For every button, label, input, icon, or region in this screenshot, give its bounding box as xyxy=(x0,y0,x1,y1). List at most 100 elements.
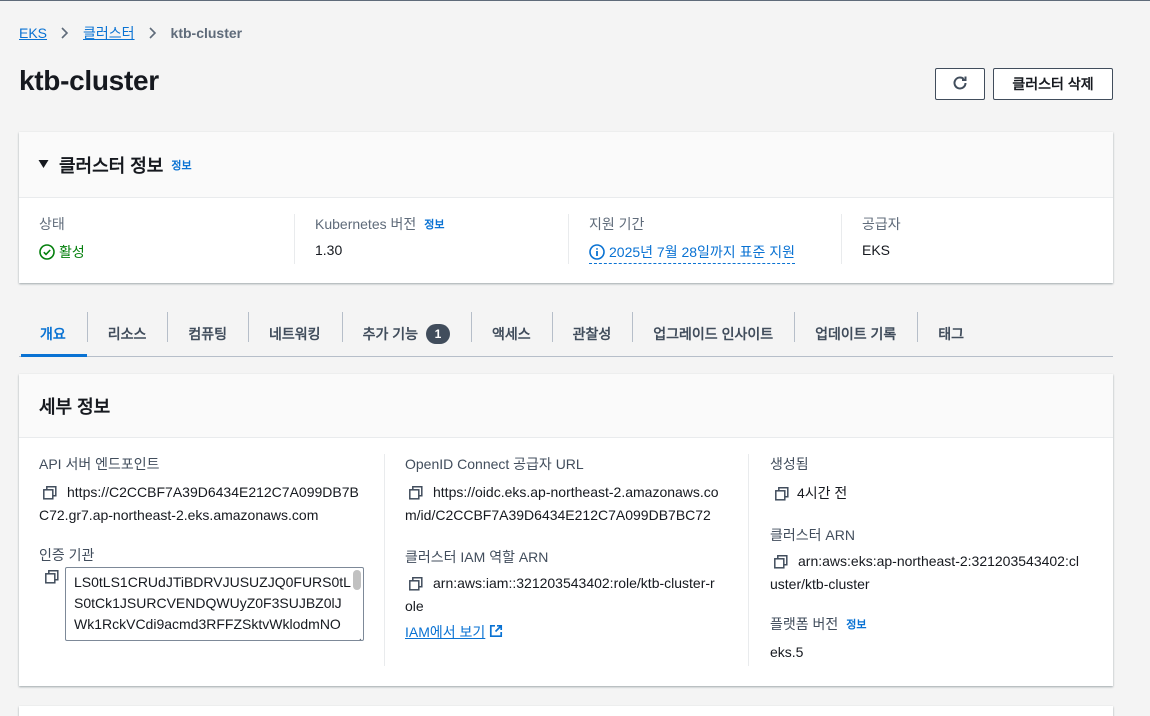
api-endpoint-label: API 서버 엔드포인트 xyxy=(39,456,160,472)
copy-icon[interactable] xyxy=(45,567,65,589)
tab-label: 네트워킹 xyxy=(269,326,321,342)
provider-column: 공급자 EKS xyxy=(841,214,1113,264)
copy-icon[interactable] xyxy=(43,482,63,505)
details-title: 세부 정보 xyxy=(39,396,111,417)
tab-add-ons[interactable]: 추가 기능 1 xyxy=(341,312,471,356)
provider-value: EKS xyxy=(862,242,891,258)
cluster-tabs: 개요 리소스 컴퓨팅 네트워킹 추가 기능 1 액세스 관찰성 업그레이드 인사이… xyxy=(19,312,1113,357)
support-period-link[interactable]: 2025년 7월 28일까지 표준 지원 xyxy=(589,242,795,264)
created-value: 4시간 전 xyxy=(770,483,1093,506)
tab-label: 액세스 xyxy=(492,326,531,342)
tab-networking[interactable]: 네트워킹 xyxy=(248,312,342,356)
refresh-icon xyxy=(951,74,969,95)
refresh-button[interactable] xyxy=(935,68,985,100)
tab-compute[interactable]: 컴퓨팅 xyxy=(167,312,248,356)
info-circle-icon xyxy=(589,244,605,260)
cert-line-3: Wk1RckVCdi9acmd3RFFZSktvWklodmNO xyxy=(74,616,341,632)
cert-line-2: S0tCk1JSURCVENDQWUyZ0F3SUJBZ0lJ xyxy=(74,595,342,611)
cluster-arn-text-2: uster/ktb-cluster xyxy=(770,576,870,592)
breadcrumb-eks-link[interactable]: EKS xyxy=(19,25,47,41)
tab-upgrade-insights[interactable]: 업그레이드 인사이트 xyxy=(632,312,794,356)
tab-access[interactable]: 액세스 xyxy=(471,312,552,356)
tab-resources[interactable]: 리소스 xyxy=(86,312,168,356)
iam-role-text-1: arn:aws:iam::321203543402:role/ktb-clust… xyxy=(433,575,715,591)
tab-label: 관찰성 xyxy=(572,326,612,342)
api-endpoint-text-1: https://C2CCBF7A39D6434E212C7A099DB7B xyxy=(67,484,359,500)
copy-icon[interactable] xyxy=(775,483,795,506)
status-text: 활성 xyxy=(59,244,85,260)
support-period-text: 2025년 7월 28일까지 표준 지원 xyxy=(609,244,795,260)
cluster-info-header[interactable]: 클러스터 정보 정보 xyxy=(19,132,1113,198)
breadcrumb-current: ktb-cluster xyxy=(170,25,243,41)
details-header: 세부 정보 xyxy=(19,374,1113,438)
tab-label: 업그레이드 인사이트 xyxy=(653,326,774,342)
tab-update-history[interactable]: 업데이트 기록 xyxy=(794,312,917,356)
details-column-3: 생성됨 4시간 전 클러스터 ARN arn:aws:eks:ap-northe… xyxy=(748,454,1093,666)
next-panel xyxy=(19,706,1113,716)
cluster-arn-label: 클러스터 ARN xyxy=(770,527,855,543)
iam-role-text-2: ole xyxy=(405,598,424,614)
provider-label: 공급자 xyxy=(862,216,901,232)
breadcrumb-clusters-link[interactable]: 클러스터 xyxy=(83,23,135,43)
tab-label: 태그 xyxy=(938,326,965,342)
status-value: 활성 xyxy=(39,242,274,262)
k8s-version-label-text: Kubernetes 버전 xyxy=(315,216,417,232)
cert-authority-block: 인증 기관 LS0tLS1CRUdJTiBDRVJUSUZJQ0FURS0tL … xyxy=(39,545,385,641)
api-endpoint-value: https://C2CCBF7A39D6434E212C7A099DB7B xyxy=(39,482,385,505)
tab-label: 개요 xyxy=(40,326,66,342)
cluster-arn-value: arn:aws:eks:ap-northeast-2:321203543402:… xyxy=(770,551,1093,574)
tab-observability[interactable]: 관찰성 xyxy=(551,312,633,356)
cluster-info-title: 클러스터 정보 xyxy=(59,155,164,176)
created-label: 생성됨 xyxy=(770,456,809,472)
cluster-arn-text-1: arn:aws:eks:ap-northeast-2:321203543402:… xyxy=(798,553,1079,569)
add-ons-count-badge: 1 xyxy=(426,324,450,344)
cluster-info-panel: 클러스터 정보 정보 상태 활성 Kubernetes 버전 정보 1.30 지… xyxy=(19,132,1113,283)
resize-handle-icon[interactable] xyxy=(354,631,362,640)
oidc-url-label: OpenID Connect 공급자 URL xyxy=(405,456,584,472)
support-period-label: 지원 기간 xyxy=(589,216,645,232)
cert-authority-label: 인증 기관 xyxy=(39,547,95,563)
tab-label: 리소스 xyxy=(107,326,147,342)
copy-icon[interactable] xyxy=(774,551,794,574)
platform-version-info-link[interactable]: 정보 xyxy=(846,616,866,632)
k8s-version-info-link[interactable]: 정보 xyxy=(424,216,444,232)
textarea-scrollbar[interactable] xyxy=(353,570,361,590)
platform-version-label: 플랫폼 버전 정보 xyxy=(770,614,1093,634)
copy-icon[interactable] xyxy=(409,482,429,505)
copy-icon[interactable] xyxy=(409,573,429,596)
chevron-right-icon xyxy=(148,27,157,39)
oidc-url-text-2: m/id/C2CCBF7A39D6434E212C7A099DB7BC72 xyxy=(405,507,711,523)
tab-label: 추가 기능 xyxy=(362,326,418,342)
oidc-url-text-1: https://oidc.eks.ap-northeast-2.amazonaw… xyxy=(433,484,719,500)
page-title: ktb-cluster xyxy=(19,65,159,96)
platform-version-value: eks.5 xyxy=(770,644,804,660)
iam-link-row: IAM에서 보기 xyxy=(405,622,748,642)
cluster-info-info-link[interactable]: 정보 xyxy=(171,157,191,173)
platform-version-label-text: 플랫폼 버전 xyxy=(770,616,839,632)
support-period-column: 지원 기간 2025년 7월 28일까지 표준 지원 xyxy=(568,214,841,264)
cert-authority-textarea[interactable]: LS0tLS1CRUdJTiBDRVJUSUZJQ0FURS0tL S0tCk1… xyxy=(65,567,364,641)
status-label: 상태 xyxy=(39,216,65,232)
k8s-version-value: 1.30 xyxy=(315,242,343,258)
iam-role-label: 클러스터 IAM 역할 ARN xyxy=(405,549,549,565)
cert-line-1: LS0tLS1CRUdJTiBDRVJUSUZJQ0FURS0tL xyxy=(74,574,351,590)
chevron-right-icon xyxy=(61,27,69,39)
tab-label: 업데이트 기록 xyxy=(815,326,897,342)
status-column: 상태 활성 xyxy=(19,214,294,264)
oidc-url-value: https://oidc.eks.ap-northeast-2.amazonaw… xyxy=(405,482,748,505)
caret-down-icon[interactable] xyxy=(38,156,49,174)
view-in-iam-link[interactable]: IAM에서 보기 xyxy=(405,622,485,642)
details-column-1: API 서버 엔드포인트 https://C2CCBF7A39D6434E212… xyxy=(39,454,385,666)
external-link-icon[interactable] xyxy=(489,622,503,642)
support-period-value: 2025년 7월 28일까지 표준 지원 xyxy=(589,242,821,264)
api-endpoint-text-2: C72.gr7.ap-northeast-2.eks.amazonaws.com xyxy=(39,507,319,523)
check-circle-icon xyxy=(39,244,55,260)
k8s-version-label: Kubernetes 버전 정보 xyxy=(315,214,548,234)
created-text: 4시간 전 xyxy=(797,485,848,501)
details-panel: 세부 정보 API 서버 엔드포인트 https://C2CCBF7A39D64… xyxy=(19,374,1113,686)
tab-tags[interactable]: 태그 xyxy=(917,312,985,356)
k8s-version-column: Kubernetes 버전 정보 1.30 xyxy=(294,214,568,264)
breadcrumb: EKS 클러스터 ktb-cluster xyxy=(19,23,242,43)
delete-cluster-button[interactable]: 클러스터 삭제 xyxy=(993,68,1113,100)
tab-overview[interactable]: 개요 xyxy=(19,312,87,357)
